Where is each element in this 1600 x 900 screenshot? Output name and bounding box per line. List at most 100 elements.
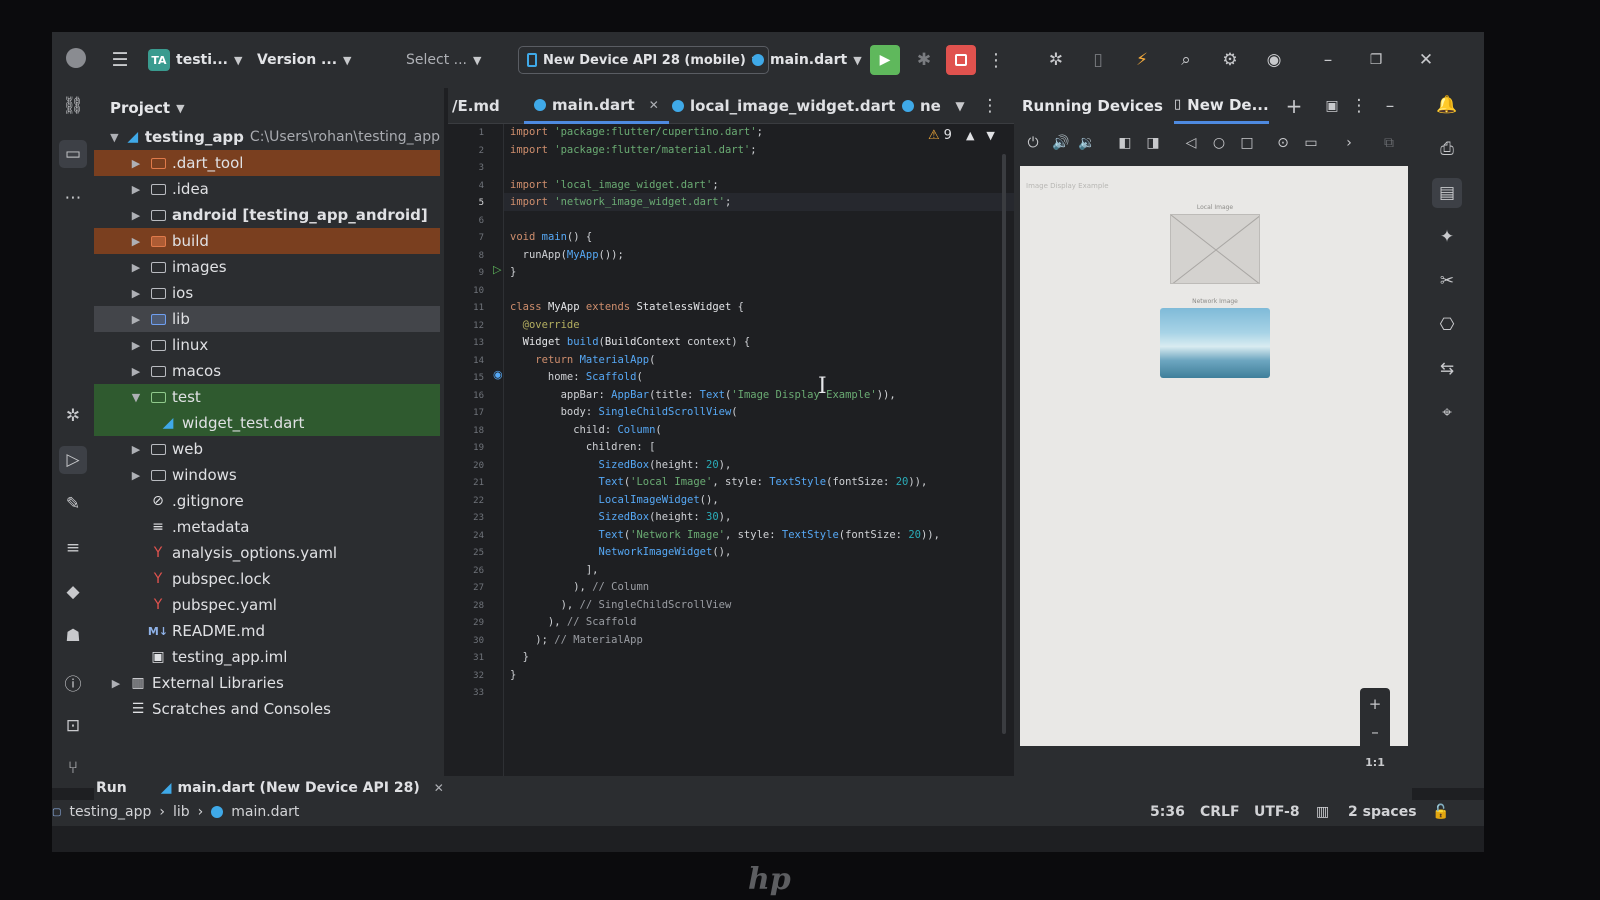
zoom-ratio-button[interactable]: 1:1 bbox=[1364, 750, 1386, 774]
vertical-scrollbar[interactable] bbox=[1002, 154, 1006, 734]
bug-icon[interactable]: ✲ bbox=[1042, 46, 1070, 74]
power-icon[interactable]: ⏻ bbox=[1022, 132, 1044, 154]
flutter-performance-icon[interactable]: ✂ bbox=[1432, 266, 1462, 296]
tree-item-images[interactable]: ▶ images bbox=[94, 254, 440, 280]
screenshot-icon[interactable]: ⊙ bbox=[1272, 132, 1294, 154]
device-explorer-icon[interactable]: ⎙ bbox=[1432, 134, 1462, 164]
flutter-inspector-icon[interactable]: ✎ bbox=[59, 490, 87, 518]
more-tools-icon[interactable]: ⋯ bbox=[59, 184, 87, 212]
restore-icon[interactable]: ❐ bbox=[1362, 46, 1390, 74]
tree-item-iml[interactable]: ▣ testing_app.iml bbox=[94, 644, 440, 670]
tree-item-pubspec-yaml[interactable]: Y pubspec.yaml bbox=[94, 592, 440, 618]
minimize-icon[interactable]: – bbox=[1314, 46, 1342, 74]
tree-item-ios[interactable]: ▶ ios bbox=[94, 280, 440, 306]
tree-item-test[interactable]: ▼ test bbox=[94, 384, 440, 410]
debug-tool-icon[interactable]: ✲ bbox=[59, 402, 87, 430]
tab-main-dart[interactable]: main.dart ✕ bbox=[524, 88, 669, 124]
lock-icon[interactable]: 🔓 bbox=[1432, 804, 1449, 820]
run-tool-icon[interactable]: ▷ bbox=[59, 446, 87, 474]
close-window-icon[interactable]: ✕ bbox=[1412, 46, 1440, 74]
mirror-icon[interactable]: ⧉ bbox=[1378, 132, 1400, 154]
tree-item-pubspec-lock[interactable]: Y pubspec.lock bbox=[94, 566, 440, 592]
device-manager-icon[interactable]: ▯ bbox=[1084, 46, 1112, 74]
volume-up-icon[interactable]: 🔊 bbox=[1050, 132, 1072, 154]
breadcrumb-item[interactable]: testing_app bbox=[69, 804, 151, 820]
chevron-down-icon[interactable]: ▼ bbox=[986, 129, 994, 142]
run-gutter-icon[interactable]: ▷ bbox=[493, 263, 501, 276]
tree-item-external-libraries[interactable]: ▶ ▥ External Libraries bbox=[94, 670, 440, 696]
device-link-icon[interactable]: ⇆ bbox=[1432, 354, 1462, 384]
chevron-up-icon[interactable]: ▲ bbox=[966, 129, 974, 142]
back-icon[interactable]: ◁ bbox=[1180, 132, 1202, 154]
notifications-icon[interactable]: 🔔 bbox=[1432, 90, 1462, 120]
tree-item-analysis-options[interactable]: Y analysis_options.yaml bbox=[94, 540, 440, 566]
cursor-position[interactable]: 5:36 bbox=[1150, 804, 1185, 820]
volume-down-icon[interactable]: 🔉 bbox=[1076, 132, 1098, 154]
panel-options-icon[interactable]: ⋮ bbox=[1350, 94, 1368, 118]
more-actions-icon[interactable]: ⋮ bbox=[986, 46, 1006, 74]
layout-inspector-icon[interactable]: ⌖ bbox=[1432, 398, 1462, 428]
run-icon[interactable]: ▶ bbox=[870, 45, 900, 75]
device-selector[interactable]: New Device API 28 (mobile) ▼ bbox=[518, 46, 770, 74]
git-icon[interactable]: ⑂ bbox=[59, 754, 87, 782]
tree-item-web[interactable]: ▶ web bbox=[94, 436, 440, 462]
search-icon[interactable]: ⌕ bbox=[1172, 46, 1200, 74]
tab-options-icon[interactable]: ⋮ bbox=[980, 96, 1000, 116]
tree-item-dart-tool[interactable]: ▶ .dart_tool bbox=[94, 150, 440, 176]
zoom-out-icon[interactable]: – bbox=[1364, 720, 1386, 744]
line-ending[interactable]: CRLF bbox=[1200, 804, 1240, 820]
tree-item-linux[interactable]: ▶ linux bbox=[94, 332, 440, 358]
breadcrumb-item[interactable]: lib bbox=[173, 804, 190, 820]
overview-icon[interactable]: □ bbox=[1236, 132, 1258, 154]
debug-icon[interactable]: ✱ bbox=[910, 46, 938, 74]
app-logo-icon[interactable] bbox=[66, 48, 86, 68]
tree-item-widget-test[interactable]: ◢ widget_test.dart bbox=[94, 410, 440, 436]
tab-local-image-widget[interactable]: local_image_widget.dart bbox=[672, 88, 895, 124]
zoom-in-icon[interactable]: + bbox=[1364, 692, 1386, 716]
running-devices-tool-icon[interactable]: ▤ bbox=[1432, 178, 1462, 208]
run-tab-label[interactable]: Run bbox=[96, 780, 127, 796]
rotate-left-icon[interactable]: ◧ bbox=[1114, 132, 1136, 154]
run-config-tab[interactable]: ◢ main.dart (New Device API 28) ✕ bbox=[161, 780, 444, 796]
tab-new-device[interactable]: ▯ New De... bbox=[1174, 88, 1269, 124]
hide-panel-icon[interactable]: – bbox=[1378, 94, 1402, 118]
close-tab-icon[interactable]: ✕ bbox=[434, 781, 444, 795]
vcs-widget[interactable]: Version ... ▼ bbox=[257, 46, 351, 74]
code-editor[interactable]: 1 2 3 4 5 6 7 8 9 10 11 12 13 14 15 16 17 18 19 20 21 22 23 24 2… bbox=[448, 124, 1014, 788]
rotate-right-icon[interactable]: ◨ bbox=[1142, 132, 1164, 154]
project-switcher[interactable]: TA testi... ▼ bbox=[148, 46, 242, 74]
tree-item-macos[interactable]: ▶ macos bbox=[94, 358, 440, 384]
run-config-selector[interactable]: main.dart ▼ bbox=[752, 46, 862, 74]
tree-item-metadata[interactable]: ≡ .metadata bbox=[94, 514, 440, 540]
tab-network-image-widget[interactable]: ne bbox=[902, 88, 941, 124]
tree-item-build[interactable]: ▶ build bbox=[94, 228, 440, 254]
hot-reload-icon[interactable]: ⚡ bbox=[1128, 46, 1156, 74]
tree-item-lib[interactable]: ▶ lib bbox=[94, 306, 440, 332]
window-layout-icon[interactable]: ▣ bbox=[1320, 94, 1344, 118]
tree-item-idea[interactable]: ▶ .idea bbox=[94, 176, 440, 202]
tree-item-android[interactable]: ▶ android [testing_app_android] bbox=[94, 202, 440, 228]
problems-icon[interactable]: ⓘ bbox=[59, 668, 87, 696]
tree-item-readme[interactable]: M↓ README.md bbox=[94, 618, 440, 644]
project-tool-icon[interactable]: ▭ bbox=[59, 140, 87, 168]
tree-item-scratches[interactable]: ☰ Scratches and Consoles bbox=[94, 696, 440, 722]
vcs-tool-icon[interactable]: ⛓ bbox=[59, 92, 87, 120]
ai-assistant-icon[interactable]: ✦ bbox=[1432, 222, 1462, 252]
screen-record-icon[interactable]: ▭ bbox=[1300, 132, 1322, 154]
tree-item-gitignore[interactable]: ⊘ .gitignore bbox=[94, 488, 440, 514]
main-menu-icon[interactable]: ☰ bbox=[108, 46, 132, 74]
chevron-right-icon[interactable]: › bbox=[1338, 132, 1360, 154]
reader-mode-icon[interactable]: ▥ bbox=[1316, 804, 1329, 820]
file-encoding[interactable]: UTF-8 bbox=[1254, 804, 1300, 820]
home-icon[interactable]: ○ bbox=[1208, 132, 1230, 154]
tab-readme[interactable]: /E.md bbox=[452, 88, 500, 124]
settings-gear-icon[interactable]: ⚙ bbox=[1216, 46, 1244, 74]
code-content[interactable]: import 'package:flutter/cupertino.dart';… bbox=[510, 124, 940, 684]
breadcrumb-item[interactable]: main.dart bbox=[231, 804, 299, 820]
add-device-icon[interactable]: + bbox=[1282, 94, 1306, 118]
terminal-icon[interactable]: ⊡ bbox=[59, 712, 87, 740]
chevron-down-icon[interactable]: ▼ bbox=[950, 96, 970, 116]
stop-icon[interactable] bbox=[946, 45, 976, 75]
account-icon[interactable]: ◉ bbox=[1260, 46, 1288, 74]
select-dropdown[interactable]: Select ... ▼ bbox=[406, 46, 481, 74]
